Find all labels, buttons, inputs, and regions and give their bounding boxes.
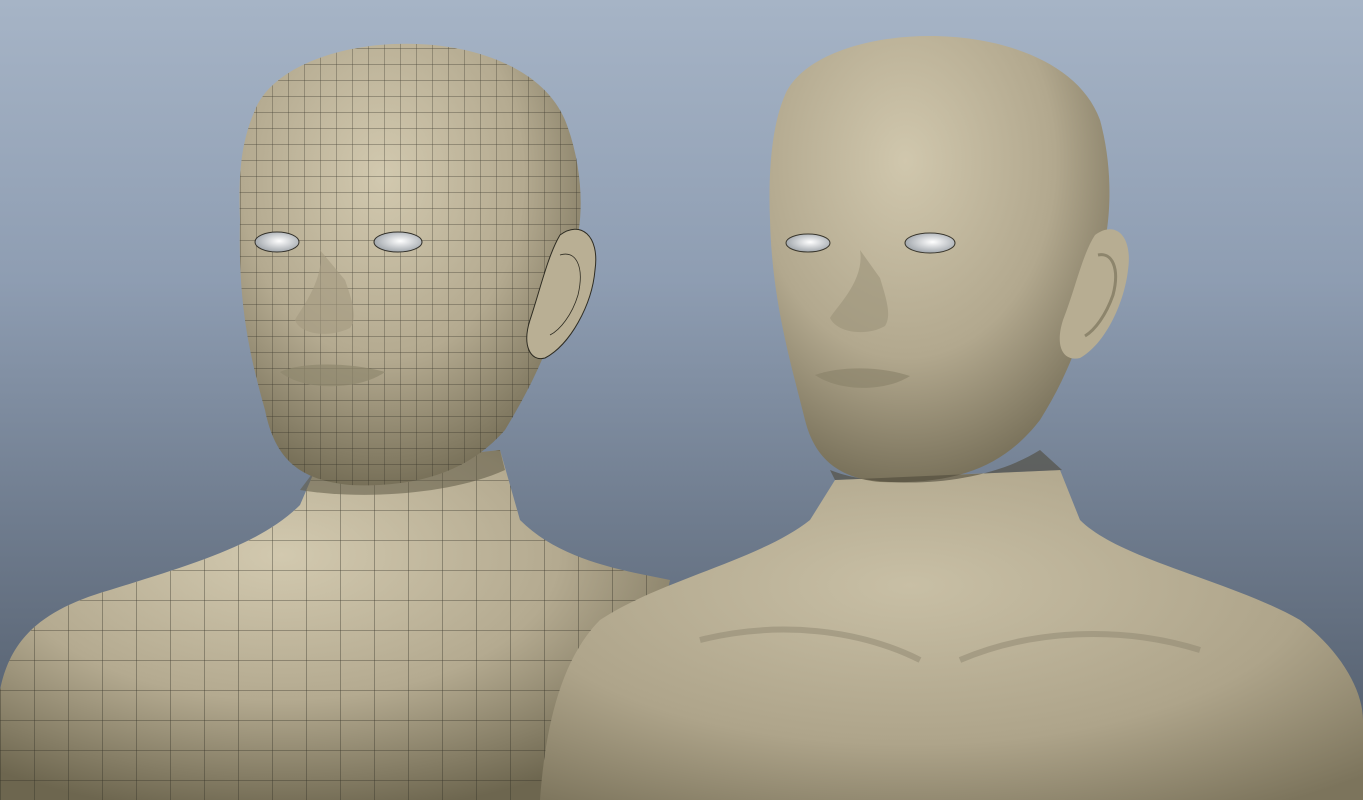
- smooth-model: [540, 36, 1363, 800]
- smooth-body: [540, 470, 1363, 800]
- smooth-eye-right: [904, 232, 956, 254]
- render-viewport: [0, 0, 1363, 800]
- wireframe-head-grid: [239, 43, 581, 486]
- render-canvas: [0, 36, 1363, 800]
- smooth-head: [769, 36, 1110, 483]
- wireframe-eye-right: [373, 231, 423, 253]
- wireframe-eye-left: [254, 231, 300, 253]
- smooth-eye-left: [785, 233, 831, 253]
